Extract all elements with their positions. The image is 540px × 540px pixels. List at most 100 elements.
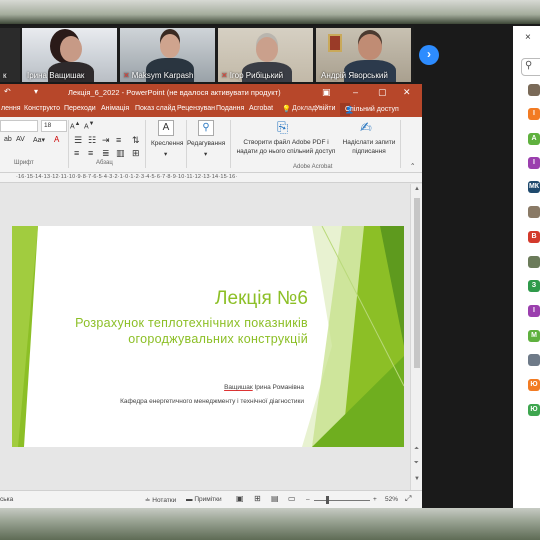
font-color-icon[interactable]: A xyxy=(54,135,59,144)
participant-avatar[interactable]: А xyxy=(528,133,540,145)
spacing-icon[interactable]: AV xyxy=(16,136,25,143)
participant-avatar[interactable]: І xyxy=(528,108,540,120)
video-tile[interactable]: Андрій Яворський xyxy=(316,28,411,82)
scroll-up-icon[interactable]: ▲ xyxy=(414,186,420,192)
close-icon[interactable]: × xyxy=(525,32,531,43)
next-page-arrow-icon[interactable]: › xyxy=(419,45,439,65)
smartart-icon[interactable]: ⊞ xyxy=(132,148,140,159)
scroll-thumb[interactable] xyxy=(414,198,420,368)
increase-font-icon[interactable]: A▲ xyxy=(70,121,80,130)
status-bar: ська ≐ Нотатки ▬ Примітки ▣ ⊞ ▤ ▭ – + 52… xyxy=(0,490,422,508)
align-center-icon[interactable]: ≡ xyxy=(74,148,79,158)
slide-sorter-icon[interactable]: ⊞ xyxy=(254,494,261,503)
tab-review[interactable]: Рецензуван xyxy=(177,105,215,112)
font-name-input[interactable] xyxy=(0,120,38,132)
tell-me-icon[interactable]: 💡 xyxy=(282,105,291,113)
maximize-icon[interactable]: ▢ xyxy=(378,87,387,98)
tab-slideshow[interactable]: Показ слайд xyxy=(135,105,176,112)
strikethrough-icon[interactable]: ab xyxy=(4,136,12,143)
columns-icon[interactable]: ▥ xyxy=(116,148,125,159)
slide[interactable]: Лекція №6 Розрахунок теплотехнічних пока… xyxy=(12,226,404,447)
draw-button[interactable]: Креслення xyxy=(151,140,183,147)
customize-qat-icon[interactable]: ▾ xyxy=(34,87,38,96)
participant-avatar[interactable]: М xyxy=(528,330,540,342)
search-icon: ⚲ xyxy=(525,60,533,71)
decrease-font-icon[interactable]: A▼ xyxy=(84,121,94,130)
font-size-input[interactable]: 18 xyxy=(41,120,67,132)
zoom-slider-thumb[interactable] xyxy=(326,496,329,504)
scroll-down-icon[interactable]: ▼ xyxy=(414,476,420,482)
justify-icon[interactable]: ≣ xyxy=(102,148,110,159)
tab-draw[interactable]: лення xyxy=(1,105,21,112)
ribbon: 18 A▲ A▼ ab AV Aa▾ A Шрифт ☰ ☷ ⇥ ≡ ≡ ≡ ≣… xyxy=(0,117,422,173)
fit-slide-icon[interactable]: ⤢ xyxy=(405,494,411,504)
zoom-out-icon[interactable]: – xyxy=(306,496,310,503)
ruler-scale: ·16·15·14·13·12·11·10·9·8·7·6·5·4·3·2·1·… xyxy=(16,174,238,180)
sign-in-link[interactable]: Увійти xyxy=(315,105,335,112)
tab-animations[interactable]: Анімація xyxy=(101,105,129,112)
align-icon[interactable]: ≡ xyxy=(116,135,121,145)
tab-transitions[interactable]: Переходи xyxy=(64,105,96,112)
participant-avatar[interactable] xyxy=(528,354,540,366)
chevron-down-icon[interactable]: ▾ xyxy=(164,150,167,158)
notes-button[interactable]: ≐ Нотатки xyxy=(145,496,176,504)
participant-avatar[interactable]: В xyxy=(528,231,540,243)
video-tile[interactable]: Ірина Ващишак xyxy=(22,28,117,82)
shapes-icon[interactable]: A xyxy=(158,120,174,136)
request-signature-icon[interactable]: ✍ xyxy=(360,119,372,136)
video-tile[interactable]: ✕ Maksym Karpash xyxy=(120,28,215,82)
share-label: Спільний доступ xyxy=(345,106,399,113)
participant-avatar[interactable]: З xyxy=(528,280,540,292)
chevron-down-icon[interactable]: ▾ xyxy=(204,150,207,158)
tab-acrobat[interactable]: Acrobat xyxy=(249,105,273,112)
participant-avatar[interactable] xyxy=(528,206,540,218)
participant-name: ✕ Maksym Karpash xyxy=(123,71,194,80)
slide-subtitle: Розрахунок теплотехнічних показників ого… xyxy=(75,316,308,346)
participant-avatar[interactable] xyxy=(528,256,540,268)
participant-avatar[interactable]: Ю xyxy=(528,404,540,416)
video-tile[interactable]: ✕ Ігор Рибіцький xyxy=(218,28,313,82)
video-tile[interactable]: к xyxy=(0,28,20,82)
numbering-icon[interactable]: ☷ xyxy=(88,135,96,146)
next-slide-icon[interactable]: ⏷ xyxy=(414,460,419,467)
participant-name-text: Ірина Ващишак xyxy=(27,71,85,80)
pdf-share-icon[interactable]: ⎘ xyxy=(277,119,288,136)
participant-name-text: Ігор Рибіцький xyxy=(229,71,284,80)
text-direction-icon[interactable]: ⇅ xyxy=(132,135,140,146)
zoom-level[interactable]: 52% xyxy=(385,496,398,503)
collapse-ribbon-icon[interactable]: ⌃ xyxy=(410,162,415,170)
change-case-icon[interactable]: Aa▾ xyxy=(33,136,45,144)
participant-avatar[interactable]: Ю xyxy=(528,379,540,391)
search-input[interactable]: ⚲ xyxy=(521,58,540,76)
background-landscape-top xyxy=(0,0,540,24)
comments-button[interactable]: ▬ Примітки xyxy=(186,496,222,503)
tell-me-input[interactable]: Доклад xyxy=(292,105,316,112)
vertical-scrollbar[interactable]: ▲ ⏶ ⏷ ▼ xyxy=(410,184,422,490)
bullets-icon[interactable]: ☰ xyxy=(74,135,82,146)
participant-avatar[interactable]: І xyxy=(528,305,540,317)
ribbon-tabs: лення Конструкто Переходи Анімація Показ… xyxy=(0,102,422,117)
normal-view-icon[interactable]: ▣ xyxy=(236,494,244,503)
slideshow-icon[interactable]: ▭ xyxy=(288,494,296,503)
zoom-in-icon[interactable]: + xyxy=(373,496,377,503)
participant-avatar[interactable] xyxy=(528,84,540,96)
indent-icon[interactable]: ⇥ xyxy=(102,135,110,146)
zoom-slider[interactable] xyxy=(314,500,370,501)
create-pdf-button[interactable]: Створити файл Adobe PDF і надати до ньог… xyxy=(234,138,338,156)
tab-view[interactable]: Подання xyxy=(216,105,244,112)
editing-button[interactable]: Редагування xyxy=(187,140,225,147)
minimize-icon[interactable]: – xyxy=(353,87,358,97)
share-button[interactable]: 👤 Спільний доступ xyxy=(340,103,399,116)
participant-avatar[interactable]: МК xyxy=(528,181,540,193)
participant-avatar[interactable]: І xyxy=(528,157,540,169)
align-right-icon[interactable]: ≡ xyxy=(88,148,93,158)
ribbon-display-icon[interactable]: ▣ xyxy=(322,87,331,98)
send-sign-button[interactable]: Надіслати запити підписання xyxy=(338,138,400,156)
window-title: Лекція_6_2022 - PowerPoint (не вдалося а… xyxy=(68,88,281,97)
tab-design[interactable]: Конструкто xyxy=(24,105,60,112)
close-icon[interactable]: ✕ xyxy=(403,87,411,98)
search-icon[interactable]: ⚲ xyxy=(198,120,214,136)
previous-slide-icon[interactable]: ⏶ xyxy=(414,446,419,453)
undo-icon[interactable]: ↶ xyxy=(4,87,11,96)
reading-view-icon[interactable]: ▤ xyxy=(271,494,279,503)
